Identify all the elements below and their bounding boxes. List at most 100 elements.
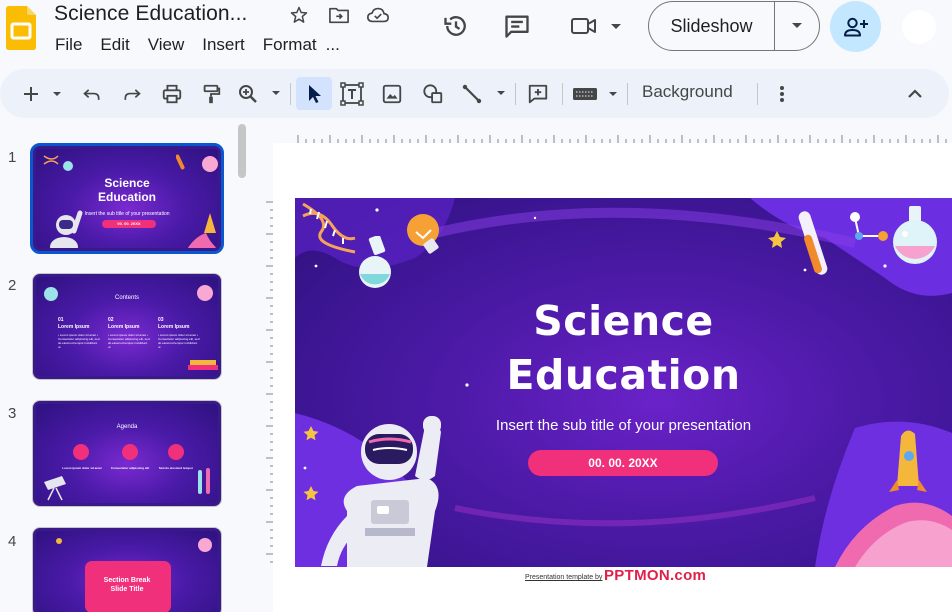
slide-title-line1[interactable]: Science <box>295 294 952 348</box>
input-tools-button[interactable] <box>570 77 622 110</box>
astronaut-icon <box>50 210 83 248</box>
add-comment-icon <box>528 84 548 103</box>
astronaut-icon <box>321 416 441 567</box>
undo-button[interactable] <box>76 77 108 110</box>
print-button[interactable] <box>156 77 188 110</box>
thumb-col-text: • Lorem ipsum dolor sit amet • Consectet… <box>158 333 200 349</box>
cloud-saved-icon[interactable] <box>366 4 390 26</box>
toolbar-divider <box>515 83 516 105</box>
toolbar-divider <box>290 83 291 105</box>
insert-image-button[interactable] <box>376 77 408 110</box>
shape-button[interactable] <box>417 77 449 110</box>
image-icon <box>382 84 402 103</box>
test-tube-icon <box>798 211 828 275</box>
google-slides-icon[interactable] <box>6 6 36 50</box>
toolbar-divider <box>562 83 563 105</box>
slide-number: 2 <box>8 277 17 294</box>
slide-number: 3 <box>8 405 17 422</box>
telescope-icon <box>44 476 66 501</box>
document-title[interactable]: Science Education... <box>54 2 247 26</box>
shapes-icon <box>423 83 443 103</box>
redo-button[interactable] <box>116 77 148 110</box>
slideshow-button-group: Slideshow <box>648 1 820 51</box>
menu-format[interactable]: Format <box>254 35 326 57</box>
slide-thumbnail-1[interactable]: Science Education Insert the sub title of… <box>30 143 224 254</box>
new-slide-button[interactable] <box>16 77 64 110</box>
menu-more[interactable]: ... <box>326 35 349 57</box>
thumb-title: Science Education <box>97 176 156 204</box>
cursor-arrow-icon <box>309 84 321 103</box>
star-icon[interactable] <box>287 4 311 26</box>
agenda-icon-circle <box>73 444 89 460</box>
round-flask-icon <box>359 236 391 288</box>
molecule-icon <box>850 212 888 241</box>
print-icon <box>162 84 182 103</box>
background-button[interactable]: Background <box>642 82 733 102</box>
undo-icon <box>83 88 100 100</box>
test-tubes-icon <box>198 468 210 494</box>
thumb-col-heading: Lorem Ipsum <box>158 324 190 330</box>
text-box-icon <box>340 81 364 106</box>
main-toolbar: Background <box>0 69 949 118</box>
collapse-menus-button[interactable] <box>900 77 930 110</box>
zoom-button[interactable] <box>236 77 284 110</box>
keyboard-icon <box>573 87 617 100</box>
meet-call-icon[interactable] <box>566 8 626 44</box>
account-avatar[interactable] <box>902 10 936 44</box>
template-credit[interactable]: Presentation template by <box>525 574 602 581</box>
thumb-title: Contents <box>114 295 139 301</box>
horizontal-ruler[interactable] <box>272 128 952 143</box>
flask-icon <box>197 285 213 301</box>
title-bar: Science Education... File Edit View Inse… <box>0 0 952 66</box>
line-button[interactable] <box>460 77 510 110</box>
move-folder-icon[interactable] <box>327 4 351 26</box>
slide-thumbnail-3[interactable]: Agenda Lorem ipsum dolor sit amet Consec… <box>32 400 222 507</box>
thumb-col-number: 03 <box>158 317 164 323</box>
dna-icon <box>43 155 73 171</box>
agenda-icon-circle <box>168 444 184 460</box>
thumbnail-background: Agenda Lorem ipsum dolor sit amet Consec… <box>36 404 218 503</box>
history-icon[interactable] <box>438 8 474 44</box>
slide-thumbnail-2[interactable]: Contents 01 02 03 Lorem Ipsum Lorem Ipsu… <box>32 273 222 380</box>
atom-icon <box>56 538 62 544</box>
dna-helix-icon <box>302 202 356 254</box>
thumb-col-number: 01 <box>58 317 64 323</box>
lab-flask-icon <box>176 154 218 172</box>
paint-format-button[interactable] <box>195 77 227 110</box>
slideshow-dropdown[interactable] <box>775 2 819 50</box>
menu-file[interactable]: File <box>46 35 91 57</box>
comments-icon[interactable] <box>499 8 535 44</box>
add-comment-button[interactable] <box>522 77 554 110</box>
thumb-agenda-item: Sed do eiusmod tempor <box>158 466 194 470</box>
thumb-col-text: • Lorem ipsum dolor sit amet • Consectet… <box>108 333 150 349</box>
slide-title-line2[interactable]: Education <box>295 348 952 402</box>
slide-thumbnail-4[interactable]: Section Break Slide Title <box>32 527 222 612</box>
select-tool-button[interactable] <box>296 77 332 110</box>
toolbar-divider <box>757 83 758 105</box>
filmstrip-scrollbar[interactable] <box>238 124 246 178</box>
menu-view[interactable]: View <box>139 35 194 57</box>
light-bulb-icon <box>407 214 439 254</box>
slide-canvas[interactable]: Science Education Insert the sub title o… <box>295 198 952 567</box>
slide-number: 1 <box>8 149 17 166</box>
share-button[interactable] <box>830 1 881 52</box>
agenda-icon-circle <box>122 444 138 460</box>
menu-bar: File Edit View Insert Format ... <box>46 35 349 57</box>
slideshow-button[interactable]: Slideshow <box>649 2 775 50</box>
slide-number: 4 <box>8 533 17 550</box>
thumbnail-background: Science Education Insert the sub title of… <box>36 149 218 248</box>
more-options-button[interactable] <box>768 77 796 110</box>
thumb-col-number: 02 <box>108 317 114 323</box>
text-box-button[interactable] <box>336 77 368 110</box>
menu-edit[interactable]: Edit <box>91 35 138 57</box>
chevron-down-icon <box>792 23 802 28</box>
template-credit-brand[interactable]: PPTMON.com <box>604 567 706 584</box>
slide-date-badge[interactable]: 00. 00. 20XX <box>528 450 718 476</box>
thumbnail-background: Section Break Slide Title <box>36 531 218 612</box>
thumb-date: 00. 00. 20XX <box>102 220 156 228</box>
menu-insert[interactable]: Insert <box>193 35 254 57</box>
thumb-agenda-item: Consectetur adipiscing elit <box>110 466 150 470</box>
more-vert-icon <box>780 85 784 102</box>
thumb-col-heading: Lorem Ipsum <box>108 324 140 330</box>
thumbnail-background: Contents 01 02 03 Lorem Ipsum Lorem Ipsu… <box>36 277 218 376</box>
